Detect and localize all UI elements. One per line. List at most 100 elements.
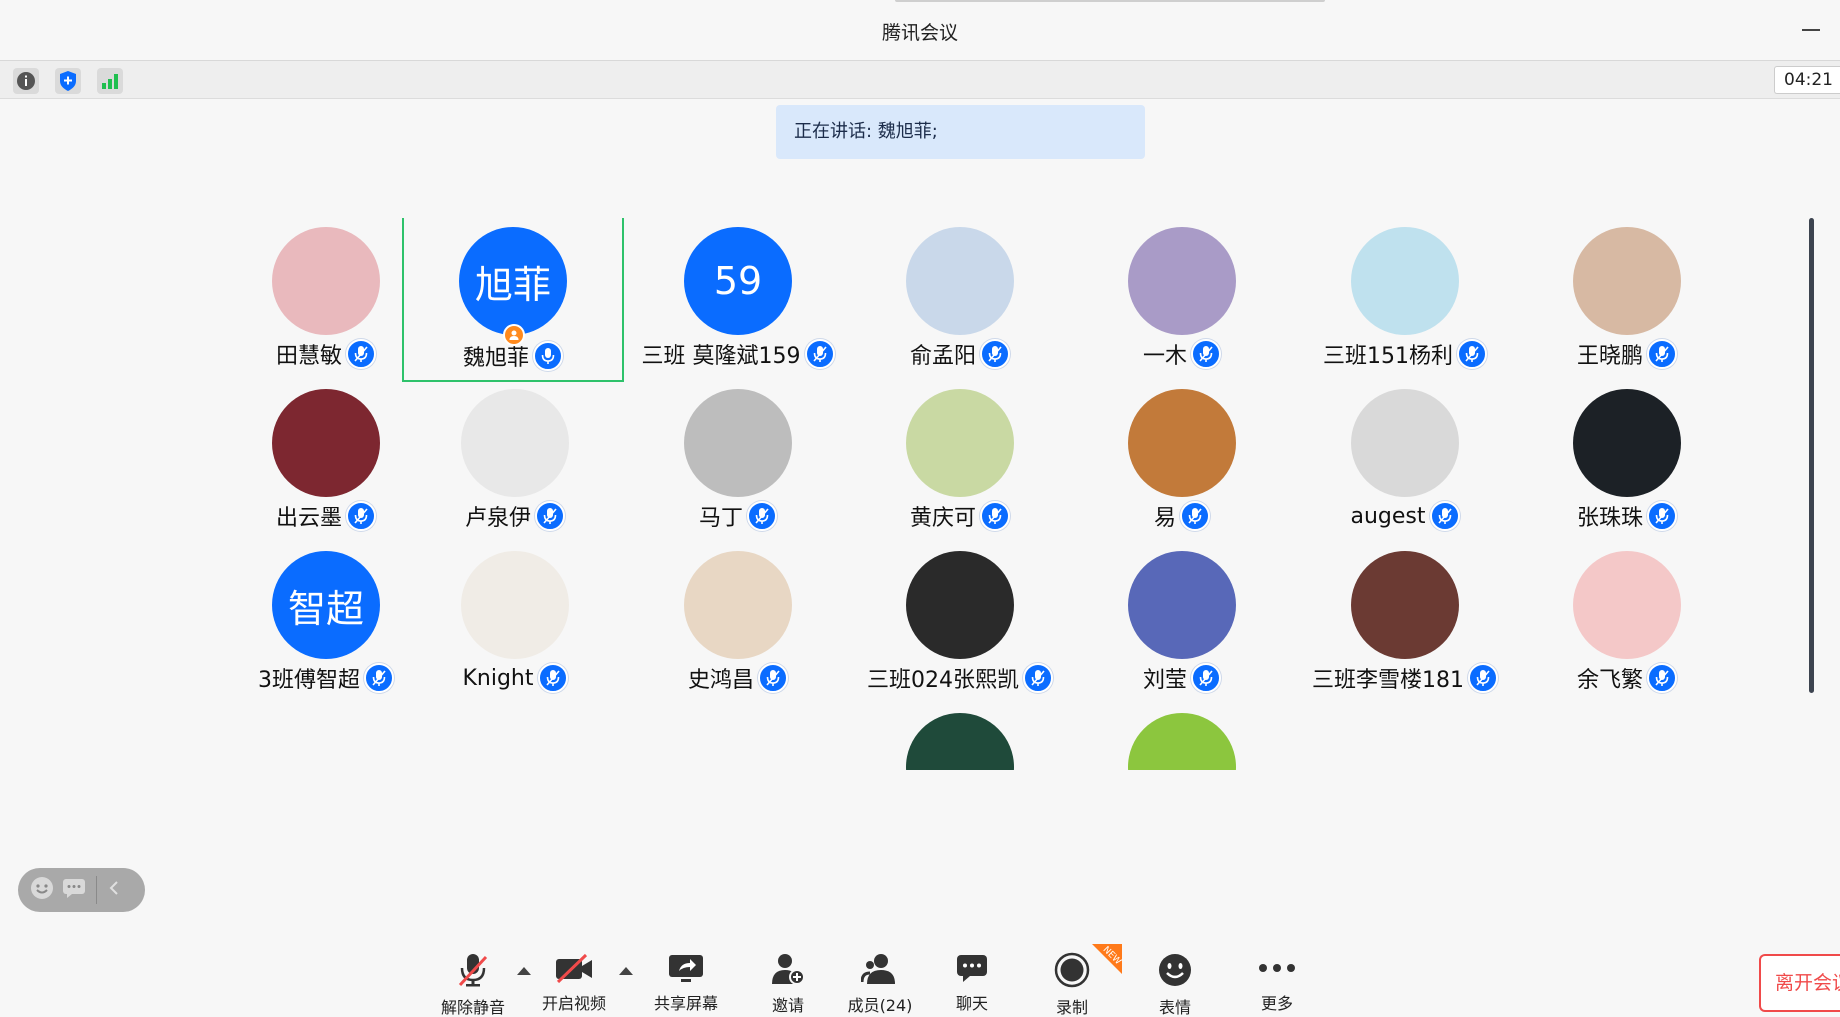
participant-name-row: 黄庆可: [849, 501, 1071, 531]
participant-tile[interactable]: 59 三班 莫隆斌159: [627, 218, 849, 380]
mic-muted-icon: [1647, 663, 1677, 693]
participant-name-row: Knight: [404, 663, 626, 693]
mic-muted-icon: [758, 663, 788, 693]
participant-tile[interactable]: 一木: [1071, 218, 1293, 380]
invite-label: 邀请: [771, 996, 804, 1015]
participant-avatar: 59: [684, 227, 792, 335]
participant-avatar: [1128, 227, 1236, 335]
avatar-initials: 59: [713, 259, 763, 303]
record-button[interactable]: 录制: [1052, 952, 1092, 1017]
participant-name: 出云墨: [275, 506, 342, 531]
participant-name: 易: [1153, 506, 1176, 531]
participant-tile[interactable]: 三班李雪楼181: [1294, 542, 1516, 704]
participant-avatar: [1573, 227, 1681, 335]
participant-avatar: [1573, 389, 1681, 497]
video-options-caret[interactable]: [619, 967, 633, 975]
grid-scrollbar[interactable]: [1809, 218, 1814, 693]
participant-name-row: 俞孟阳: [849, 339, 1071, 369]
mic-muted-icon: [1457, 339, 1487, 369]
participant-avatar: [1351, 551, 1459, 659]
participant-avatar: [272, 227, 380, 335]
emoji-icon[interactable]: [30, 876, 54, 904]
info-icon[interactable]: [13, 68, 39, 94]
participant-tile[interactable]: 卢泉伊: [404, 380, 626, 542]
participant-name-row: 三班李雪楼181: [1294, 663, 1516, 693]
unmute-button[interactable]: 解除静音: [440, 952, 506, 1017]
participant-name-row: 余飞繁: [1516, 663, 1681, 693]
participant-tile[interactable]: [849, 704, 1071, 770]
participant-avatar: [1128, 551, 1236, 659]
mic-muted-icon: [1647, 501, 1677, 531]
participant-avatar: [1351, 389, 1459, 497]
floating-reaction-bar[interactable]: [18, 868, 145, 912]
share-screen-icon: [667, 952, 705, 984]
chat-bubble-icon[interactable]: [62, 877, 86, 903]
participant-tile[interactable]: 张珠珠: [1516, 380, 1681, 542]
participant-tile[interactable]: 黄庆可: [849, 380, 1071, 542]
participant-avatar: [461, 551, 569, 659]
minimize-button[interactable]: [1802, 29, 1820, 31]
signal-icon[interactable]: [97, 68, 123, 94]
mic-muted-icon: [364, 663, 394, 693]
participant-name: 一木: [1142, 344, 1187, 369]
participant-name: 黄庆可: [909, 506, 976, 531]
collapse-chevron-icon[interactable]: [107, 879, 121, 901]
participant-name-row: 刘莹: [1071, 663, 1293, 693]
more-button[interactable]: 更多: [1257, 952, 1297, 1014]
participant-avatar: [272, 389, 380, 497]
participant-name-row: 史鸿昌: [627, 663, 849, 693]
chat-button[interactable]: 聊天: [952, 952, 992, 1014]
participant-name: 田慧敏: [275, 344, 342, 369]
shield-icon[interactable]: [55, 68, 81, 94]
participant-tile[interactable]: 马丁: [627, 380, 849, 542]
participant-tile[interactable]: 俞孟阳: [849, 218, 1071, 380]
participant-tile[interactable]: 史鸿昌: [627, 542, 849, 704]
participant-tile[interactable]: [1071, 704, 1293, 770]
start-video-button[interactable]: 开启视频: [541, 952, 607, 1014]
avatar-initials: 旭菲: [474, 262, 551, 307]
participant-tile[interactable]: 王晓鹏: [1516, 218, 1681, 380]
invite-button[interactable]: 邀请: [768, 952, 808, 1015]
share-screen-label: 共享屏幕: [653, 994, 718, 1013]
mic-muted-icon: [346, 501, 376, 531]
participant-tile[interactable]: 旭菲 魏旭菲: [402, 218, 624, 382]
participant-name: 俞孟阳: [909, 344, 976, 369]
reactions-label: 表情: [1158, 998, 1191, 1017]
new-badge: NEW: [1092, 944, 1122, 974]
participant-tile[interactable]: 三班151杨利: [1294, 218, 1516, 380]
status-bar: 04:21: [0, 60, 1840, 99]
participant-avatar: [684, 389, 792, 497]
participant-tile[interactable]: 三班024张熙凯: [849, 542, 1071, 704]
participant-tile[interactable]: [627, 704, 849, 770]
participant-tile[interactable]: 易: [1071, 380, 1293, 542]
audio-options-caret[interactable]: [517, 967, 531, 975]
participant-name-row: 一木: [1071, 339, 1293, 369]
participant-grid: 田慧敏 旭菲 魏旭菲 59 三班 莫隆斌159 俞孟阳 一木 三班151杨利 王晓鹏出云墨 卢泉伊…: [215, 218, 1681, 770]
share-screen-button[interactable]: 共享屏幕: [652, 952, 720, 1014]
participant-tile[interactable]: 刘莹: [1071, 542, 1293, 704]
mic-muted-icon: [346, 339, 376, 369]
participant-avatar: [906, 389, 1014, 497]
participant-name: 余飞繁: [1576, 668, 1643, 693]
participant-name-row: 王晓鹏: [1516, 339, 1681, 369]
participant-name: 卢泉伊: [464, 506, 531, 531]
participant-tile[interactable]: 余飞繁: [1516, 542, 1681, 704]
participant-tile[interactable]: augest: [1294, 380, 1516, 542]
title-bar: 腾讯会议: [0, 0, 1840, 60]
record-label: 录制: [1055, 998, 1088, 1017]
mic-muted-icon: [804, 339, 835, 369]
participant-name-row: 卢泉伊: [404, 501, 626, 531]
reactions-button[interactable]: 表情: [1155, 952, 1195, 1017]
mic-muted-icon: [1191, 663, 1221, 693]
participant-name: 马丁: [698, 506, 743, 531]
participant-tile[interactable]: Knight: [404, 542, 626, 704]
leave-meeting-button[interactable]: 离开会议: [1759, 954, 1840, 1012]
more-dots-icon: [1258, 952, 1296, 984]
mic-muted-icon: [537, 663, 568, 693]
mic-muted-icon: [1468, 663, 1498, 693]
participant-name: 史鸿昌: [687, 668, 754, 693]
participant-name-row: 三班 莫隆斌159: [627, 339, 849, 369]
participant-avatar: [1128, 713, 1236, 770]
chat-label: 聊天: [955, 994, 988, 1013]
members-button[interactable]: 成员(24): [846, 952, 914, 1015]
